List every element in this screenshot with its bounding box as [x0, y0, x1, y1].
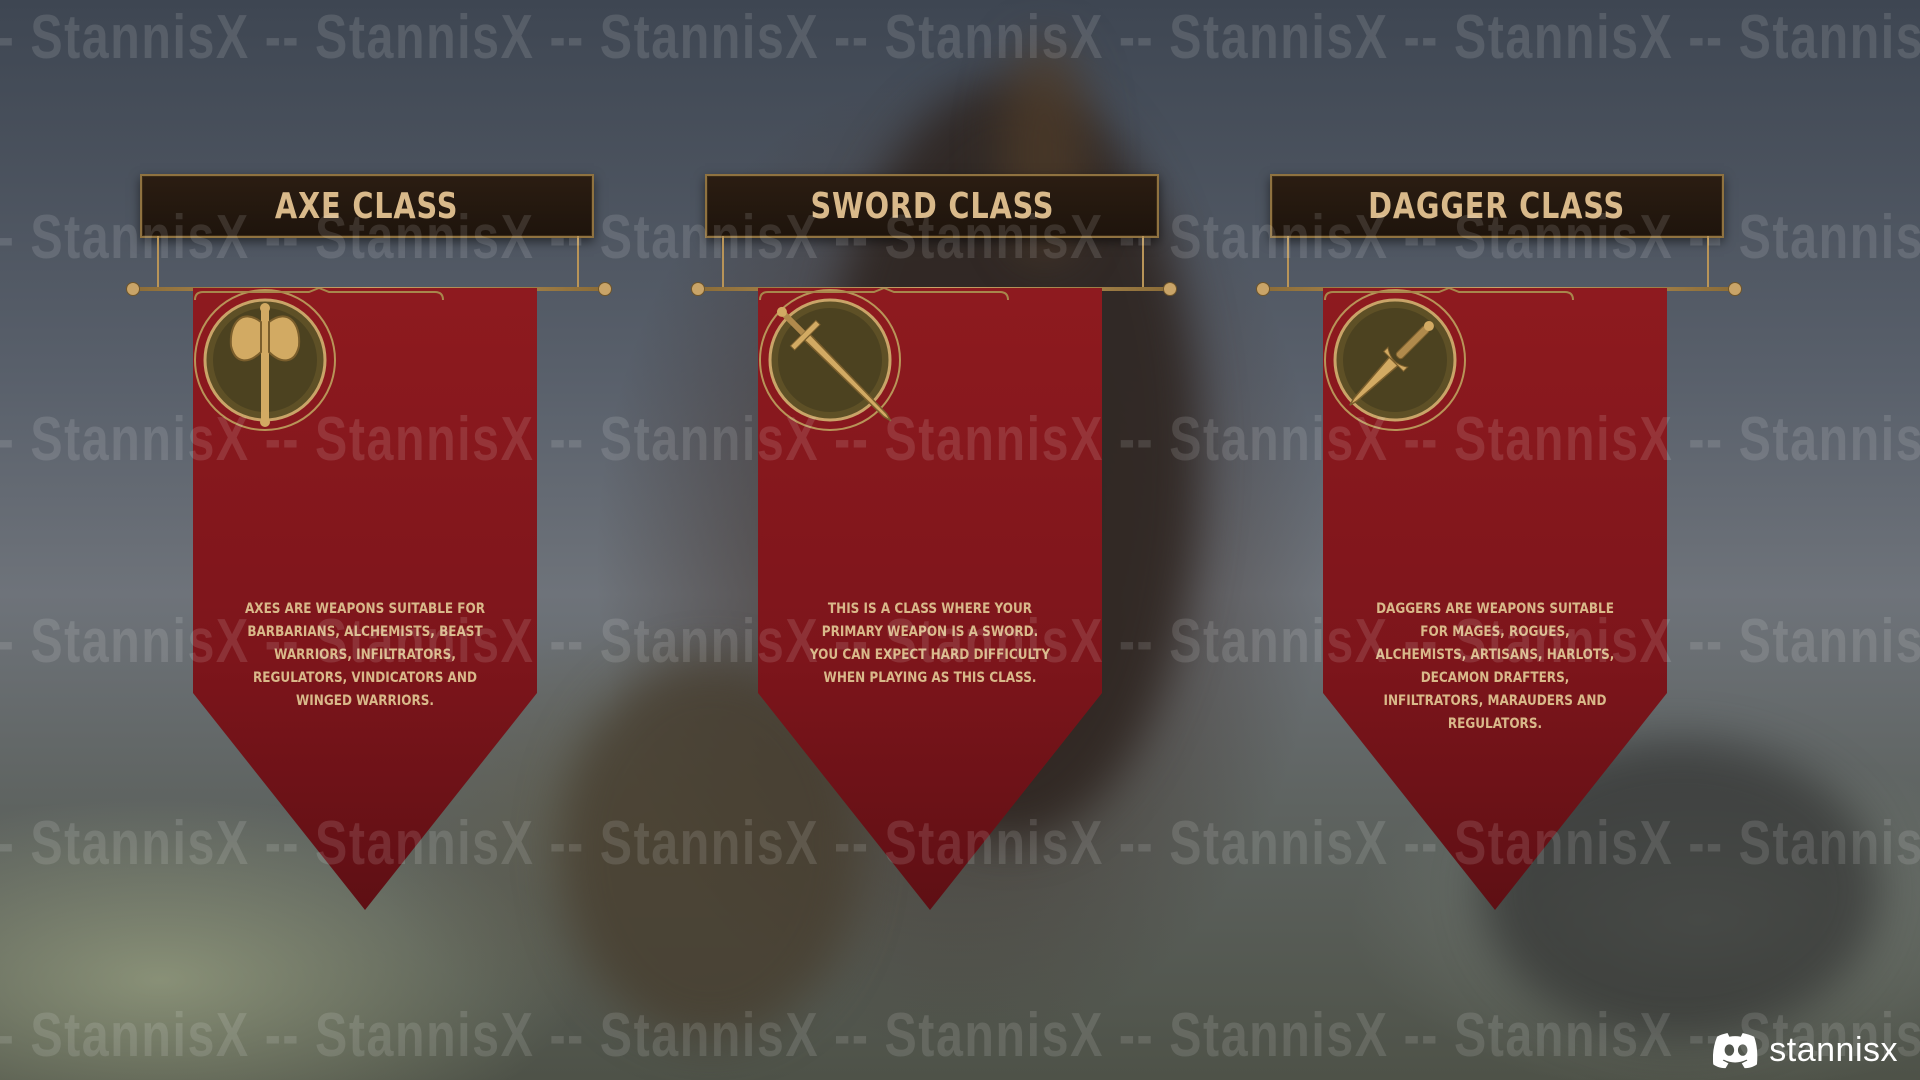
ornament-divider	[759, 288, 1009, 301]
hanging-cord-left	[1287, 236, 1289, 288]
axe-class-card[interactable]: AXE CLASS AXES ARE WEAPONS SUITABLE FOR …	[126, 170, 620, 910]
hanging-cord-left	[157, 236, 159, 288]
rod-knob-right	[598, 282, 612, 296]
dagger-icon	[1324, 289, 1466, 431]
dagger-class-card[interactable]: DAGGER CLASS DAGGERS ARE WEAPONS SUITABL…	[1256, 170, 1750, 910]
rod-knob-right	[1163, 282, 1177, 296]
rod-knob-left	[691, 282, 705, 296]
discord-username: stannisx	[1769, 1031, 1898, 1069]
double-axe-icon	[194, 289, 336, 431]
sword-class-description: This is a class where your primary weapo…	[809, 601, 1051, 686]
rod-knob-right	[1728, 282, 1742, 296]
hanging-cord-right	[1707, 236, 1709, 288]
axe-class-title-bar: AXE CLASS	[140, 174, 594, 238]
watermark-row: -- StannisX -- StannisX -- StannisX -- S…	[0, 3, 1920, 72]
sword-class-title: SWORD CLASS	[810, 185, 1054, 227]
rod-knob-left	[126, 282, 140, 296]
discord-icon	[1713, 1032, 1758, 1068]
dagger-class-banner: Daggers are weapons suitable for Mages, …	[1323, 288, 1667, 910]
sword-class-banner: This is a class where your primary weapo…	[758, 288, 1102, 910]
axe-class-description: Axes are weapons suitable for Barbarians…	[244, 601, 486, 709]
dagger-class-description: Daggers are weapons suitable for Mages, …	[1375, 601, 1615, 732]
rod-knob-left	[1256, 282, 1270, 296]
hanging-cord-right	[1142, 236, 1144, 288]
dagger-class-title-bar: DAGGER CLASS	[1270, 174, 1724, 238]
sword-class-title-bar: SWORD CLASS	[705, 174, 1159, 238]
game-screen: AXE CLASS AXES ARE WEAPONS SUITABLE FOR …	[0, 0, 1920, 1080]
hanging-cord-right	[577, 236, 579, 288]
hanging-cord-left	[722, 236, 724, 288]
sword-icon	[759, 289, 901, 431]
ornament-divider	[194, 288, 444, 301]
discord-handle[interactable]: stannisx	[1713, 1031, 1898, 1070]
axe-class-banner: Axes are weapons suitable for Barbarians…	[193, 288, 537, 910]
axe-class-title: AXE CLASS	[275, 185, 459, 227]
sword-class-card[interactable]: SWORD CLASS THIS IS A CLASS WHERE YOUR P…	[691, 170, 1185, 910]
ornament-divider	[1324, 288, 1574, 301]
dagger-class-title: DAGGER CLASS	[1368, 185, 1626, 227]
